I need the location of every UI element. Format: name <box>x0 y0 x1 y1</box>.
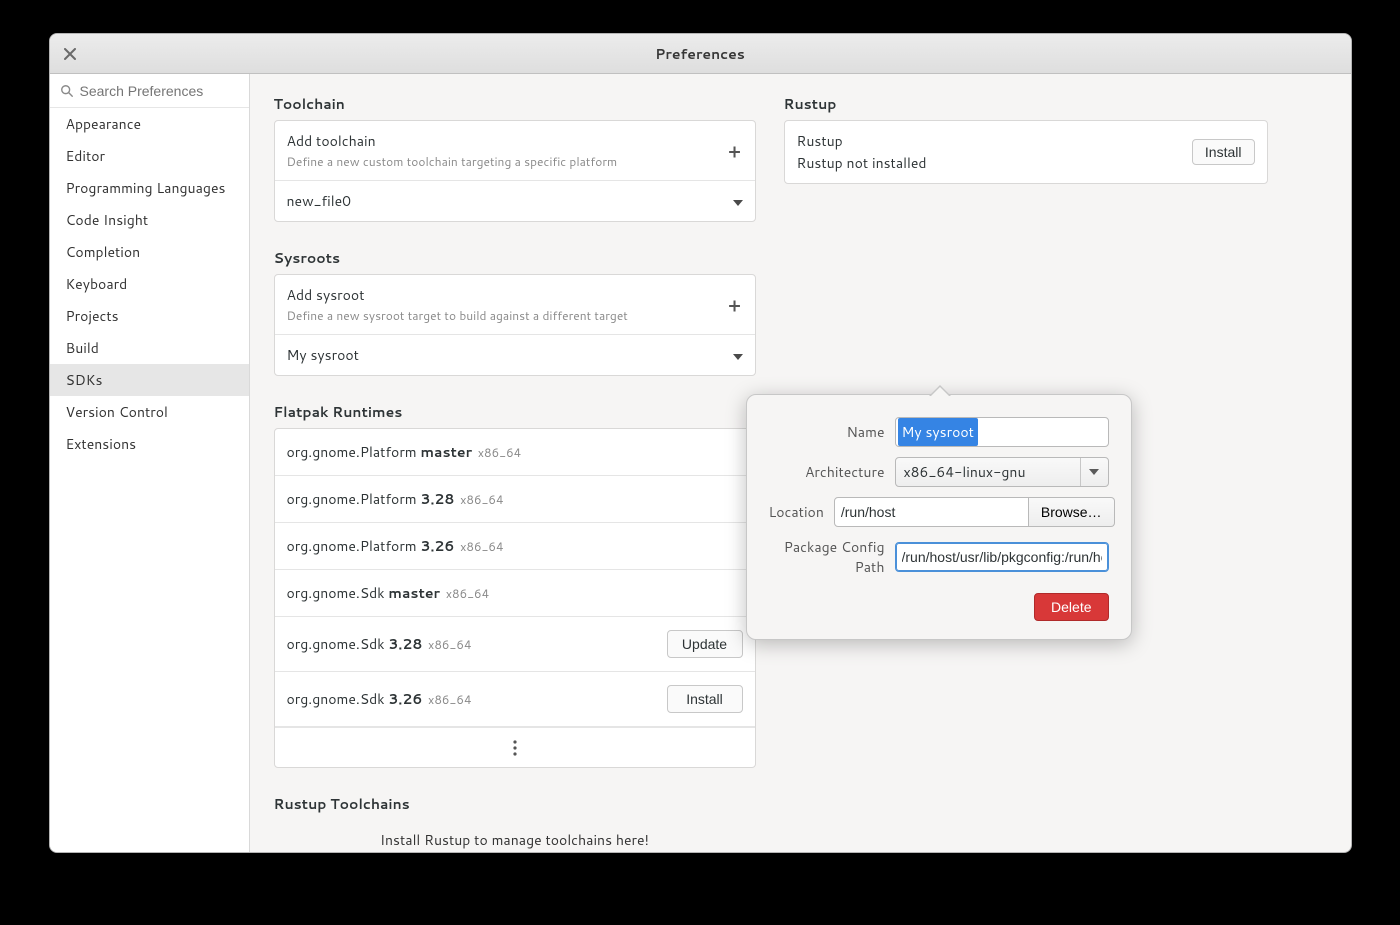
rustup-toolchains-hint: Install Rustup to manage toolchains here… <box>274 820 756 850</box>
flatpak-name: org.gnome.Sdk master x86_64 <box>287 583 490 603</box>
flatpak-row: org.gnome.Sdk 3.26 x86_64 Install <box>275 672 755 727</box>
flatpak-row: org.gnome.Sdk 3.28 x86_64 Update <box>275 617 755 672</box>
field-architecture: Architecture x86_64-linux-gnu <box>769 457 1109 487</box>
add-sysroot-row[interactable]: Add sysroot Define a new sysroot target … <box>275 275 755 335</box>
section-title-sysroots: Sysroots <box>274 248 756 268</box>
sysroot-selected-value: My sysroot <box>287 345 359 365</box>
chevron-down-icon <box>733 345 743 365</box>
close-button[interactable] <box>58 42 82 66</box>
plus-icon: + <box>727 143 743 159</box>
chevron-down-icon <box>1080 458 1108 486</box>
location-input[interactable] <box>834 497 1029 527</box>
flatpak-name: org.gnome.Sdk 3.28 x86_64 <box>287 634 472 654</box>
field-location: Location Browse… <box>769 497 1109 527</box>
location-label: Location <box>769 502 824 522</box>
architecture-combobox[interactable]: x86_64-linux-gnu <box>895 457 1109 487</box>
sysroot-selected-row[interactable]: My sysroot <box>275 335 755 375</box>
column-left: Toolchain Add toolchain Define a new cus… <box>274 94 756 850</box>
pkgconfig-label: Package Config Path <box>769 537 885 577</box>
flatpak-row: org.gnome.Platform master x86_64 <box>275 429 755 476</box>
delete-button[interactable]: Delete <box>1034 593 1108 621</box>
section-title-flatpak: Flatpak Runtimes <box>274 402 756 422</box>
chevron-down-icon <box>733 191 743 211</box>
flatpak-name: org.gnome.Sdk 3.26 x86_64 <box>287 689 472 709</box>
sidebar-item-code-insight[interactable]: Code Insight <box>50 204 249 236</box>
pkgconfig-input[interactable] <box>895 542 1109 572</box>
flatpak-card: org.gnome.Platform master x86_64 org.gnom… <box>274 428 756 768</box>
sidebar-list: AppearanceEditorProgramming LanguagesCod… <box>50 108 249 852</box>
flatpak-row: org.gnome.Sdk master x86_64 <box>275 570 755 617</box>
toolchain-card: Add toolchain Define a new custom toolch… <box>274 120 756 222</box>
sidebar-item-projects[interactable]: Projects <box>50 300 249 332</box>
preferences-window: Preferences AppearanceEditorProgramming … <box>49 33 1352 853</box>
add-toolchain-sublabel: Define a new custom toolchain targeting … <box>287 153 618 170</box>
sidebar-item-appearance[interactable]: Appearance <box>50 108 249 140</box>
toolchain-selected-row[interactable]: new_file0 <box>275 181 755 221</box>
rustup-sublabel: Rustup not installed <box>797 153 927 173</box>
flatpak-row: org.gnome.Platform 3.26 x86_64 <box>275 523 755 570</box>
architecture-value: x86_64-linux-gnu <box>896 458 1080 486</box>
titlebar: Preferences <box>50 34 1351 74</box>
search-input[interactable] <box>80 83 239 99</box>
sidebar: AppearanceEditorProgramming LanguagesCod… <box>50 74 250 852</box>
toolchain-selected-value: new_file0 <box>287 191 351 211</box>
flatpak-row: org.gnome.Platform 3.28 x86_64 <box>275 476 755 523</box>
sysroots-card: Add sysroot Define a new sysroot target … <box>274 274 756 376</box>
add-toolchain-row[interactable]: Add toolchain Define a new custom toolch… <box>275 121 755 181</box>
rustup-install-button[interactable]: Install <box>1192 139 1255 165</box>
sidebar-item-completion[interactable]: Completion <box>50 236 249 268</box>
flatpak-name: org.gnome.Platform 3.26 x86_64 <box>287 536 504 556</box>
rustup-toolchains-section: Rustup Toolchains Install Rustup to mana… <box>274 794 756 850</box>
section-title-rustup: Rustup <box>784 94 1268 114</box>
section-title-toolchain: Toolchain <box>274 94 756 114</box>
field-name: Name My sysroot <box>769 417 1109 447</box>
search-icon <box>60 84 74 98</box>
plus-icon: + <box>727 297 743 313</box>
add-toolchain-label: Add toolchain <box>287 131 618 151</box>
search-row <box>50 74 249 108</box>
sidebar-item-keyboard[interactable]: Keyboard <box>50 268 249 300</box>
flatpak-name: org.gnome.Platform 3.28 x86_64 <box>287 489 504 509</box>
window-title: Preferences <box>655 44 745 64</box>
sysroot-popover: Name My sysroot Architecture x86_64-linu… <box>746 394 1132 640</box>
sidebar-item-sdks[interactable]: SDKs <box>50 364 249 396</box>
toolchain-section: Toolchain Add toolchain Define a new cus… <box>274 94 756 222</box>
section-title-rustup-toolchains: Rustup Toolchains <box>274 794 756 814</box>
field-pkgconfig: Package Config Path <box>769 537 1109 577</box>
install-button[interactable]: Install <box>667 685 743 713</box>
name-input[interactable]: My sysroot <box>895 417 1109 447</box>
rustup-section: Rustup Rustup Rustup not installed Insta… <box>784 94 1268 184</box>
add-sysroot-label: Add sysroot <box>287 285 628 305</box>
rustup-label: Rustup <box>797 131 927 151</box>
sidebar-item-programming-languages[interactable]: Programming Languages <box>50 172 249 204</box>
architecture-label: Architecture <box>769 462 885 482</box>
update-button[interactable]: Update <box>667 630 743 658</box>
more-button[interactable] <box>275 727 755 767</box>
column-right: Rustup Rustup Rustup not installed Insta… <box>784 94 1268 184</box>
sidebar-item-extensions[interactable]: Extensions <box>50 428 249 460</box>
sysroots-section: Sysroots Add sysroot Define a new sysroo… <box>274 248 756 376</box>
close-icon <box>64 48 76 60</box>
sidebar-item-build[interactable]: Build <box>50 332 249 364</box>
main-content: Toolchain Add toolchain Define a new cus… <box>250 74 1351 852</box>
name-label: Name <box>769 422 885 442</box>
kebab-icon <box>513 740 517 756</box>
body: AppearanceEditorProgramming LanguagesCod… <box>50 74 1351 852</box>
sidebar-item-editor[interactable]: Editor <box>50 140 249 172</box>
flatpak-name: org.gnome.Platform master x86_64 <box>287 442 522 462</box>
add-sysroot-sublabel: Define a new sysroot target to build aga… <box>287 307 628 324</box>
sidebar-item-version-control[interactable]: Version Control <box>50 396 249 428</box>
rustup-card: Rustup Rustup not installed Install <box>784 120 1268 184</box>
browse-button[interactable]: Browse… <box>1029 497 1115 527</box>
flatpak-section: Flatpak Runtimes org.gnome.Platform mast… <box>274 402 756 768</box>
